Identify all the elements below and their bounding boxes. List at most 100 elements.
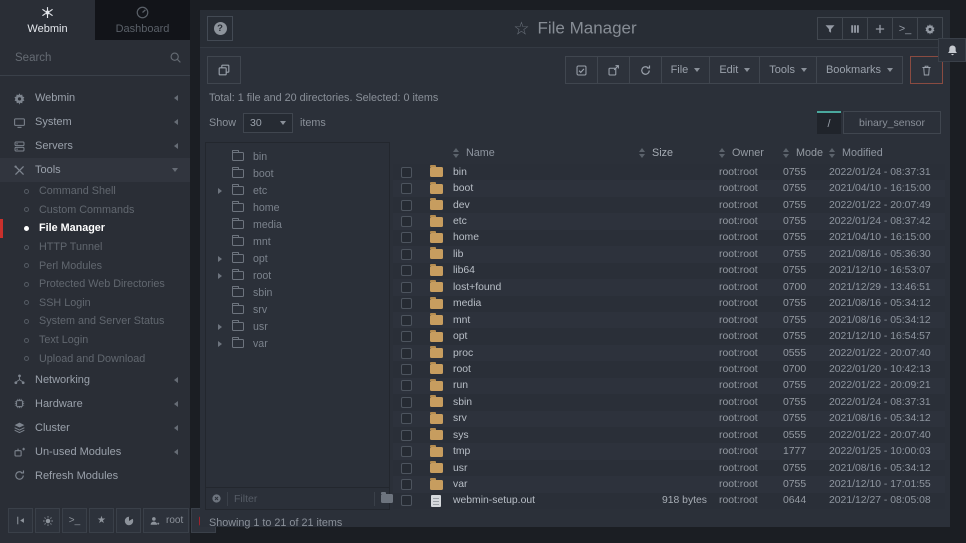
table-row[interactable]: home root:root 0755 2021/04/10 - 16:15:0… [393, 230, 945, 246]
file-name[interactable]: run [453, 380, 639, 391]
file-name[interactable]: home [453, 232, 639, 243]
expand-arrow-icon[interactable] [218, 188, 222, 194]
tools-menu-button[interactable]: Tools [759, 56, 817, 84]
sidebar-item-webmin[interactable]: Webmin [0, 86, 190, 110]
table-row[interactable]: root root:root 0700 2022/01/20 - 10:42:1… [393, 361, 945, 377]
row-checkbox[interactable] [401, 446, 412, 457]
file-name[interactable]: mnt [453, 315, 639, 326]
sidebar-item-servers[interactable]: Servers [0, 134, 190, 158]
table-row[interactable]: boot root:root 0755 2021/04/10 - 16:15:0… [393, 180, 945, 196]
table-row[interactable]: lib64 root:root 0755 2021/12/10 - 16:53:… [393, 263, 945, 279]
row-checkbox[interactable] [401, 397, 412, 408]
sidebar-item-networking[interactable]: Networking [0, 368, 190, 392]
row-checkbox[interactable] [401, 232, 412, 243]
sidebar-item-hardware[interactable]: Hardware [0, 392, 190, 416]
file-name[interactable]: bin [453, 167, 639, 178]
table-row[interactable]: opt root:root 0755 2021/12/10 - 16:54:57 [393, 328, 945, 344]
file-name[interactable]: root [453, 364, 639, 375]
expand-arrow-icon[interactable] [218, 256, 222, 262]
columns-button[interactable] [842, 17, 868, 40]
column-header-modified[interactable]: Modified [829, 147, 945, 159]
file-name[interactable]: var [453, 479, 639, 490]
file-name[interactable]: proc [453, 348, 639, 359]
row-checkbox[interactable] [401, 249, 412, 260]
clear-filter-icon[interactable] [211, 493, 222, 504]
row-checkbox[interactable] [401, 495, 412, 506]
tree-item[interactable]: bin [206, 148, 389, 165]
file-name[interactable]: sys [453, 430, 639, 441]
help-button[interactable]: ? [207, 16, 233, 41]
breadcrumb-root[interactable]: / [817, 111, 841, 134]
tree-item[interactable]: etc [206, 182, 389, 199]
row-checkbox[interactable] [401, 430, 412, 441]
expand-arrow-icon[interactable] [218, 341, 222, 347]
tree-folder-button[interactable] [374, 492, 393, 506]
edit-menu-button[interactable]: Edit [709, 56, 760, 84]
row-checkbox[interactable] [401, 265, 412, 276]
tree-item[interactable]: mnt [206, 233, 389, 250]
submenu-item[interactable]: Upload and Download [0, 349, 190, 368]
file-name[interactable]: media [453, 298, 639, 309]
user-button[interactable]: root [143, 508, 189, 533]
column-header-size[interactable]: Size [639, 147, 719, 159]
file-name[interactable]: lib64 [453, 265, 639, 276]
terminal-button[interactable]: >_ [62, 508, 87, 533]
row-checkbox[interactable] [401, 183, 412, 194]
row-checkbox[interactable] [401, 331, 412, 342]
tree-item[interactable]: var [206, 335, 389, 352]
sidebar-item-refresh-modules[interactable]: Refresh Modules [0, 464, 190, 488]
table-row[interactable]: lib root:root 0755 2021/08/16 - 05:36:30 [393, 246, 945, 262]
bookmarks-menu-button[interactable]: Bookmarks [816, 56, 903, 84]
table-row[interactable]: media root:root 0755 2021/08/16 - 05:34:… [393, 296, 945, 312]
submenu-item[interactable]: Perl Modules [0, 256, 190, 275]
collapse-sidebar-button[interactable] [8, 508, 33, 533]
notifications-tab[interactable] [938, 38, 966, 62]
row-checkbox[interactable] [401, 315, 412, 326]
submenu-item[interactable]: System and Server Status [0, 312, 190, 331]
file-name[interactable]: webmin-setup.out [453, 495, 639, 506]
submenu-item[interactable]: SSH Login [0, 294, 190, 313]
submenu-item[interactable]: HTTP Tunnel [0, 238, 190, 257]
table-row[interactable]: lost+found root:root 0700 2021/12/29 - 1… [393, 279, 945, 295]
file-name[interactable]: dev [453, 200, 639, 211]
row-checkbox[interactable] [401, 298, 412, 309]
file-name[interactable]: opt [453, 331, 639, 342]
expand-arrow-icon[interactable] [218, 324, 222, 330]
submenu-item[interactable]: Command Shell [0, 182, 190, 201]
row-checkbox[interactable] [401, 364, 412, 375]
file-name[interactable]: lost+found [453, 282, 639, 293]
table-row[interactable]: tmp root:root 1777 2022/01/25 - 10:00:03 [393, 443, 945, 459]
table-row[interactable]: proc root:root 0555 2022/01/22 - 20:07:4… [393, 345, 945, 361]
refresh-button[interactable] [629, 56, 662, 84]
submenu-item[interactable]: Text Login [0, 331, 190, 350]
tree-item[interactable]: media [206, 216, 389, 233]
file-name[interactable]: sbin [453, 397, 639, 408]
table-row[interactable]: sys root:root 0555 2022/01/22 - 20:07:40 [393, 427, 945, 443]
row-checkbox[interactable] [401, 413, 412, 424]
column-header-owner[interactable]: Owner [719, 147, 783, 159]
sidebar-item-unused-modules[interactable]: Un-used Modules [0, 440, 190, 464]
file-name[interactable]: etc [453, 216, 639, 227]
table-row[interactable]: etc root:root 0755 2022/01/24 - 08:37:42 [393, 213, 945, 229]
tree-item[interactable]: opt [206, 250, 389, 267]
sidebar-item-tools[interactable]: Tools [0, 158, 190, 182]
tree-item[interactable]: srv [206, 301, 389, 318]
row-checkbox[interactable] [401, 479, 412, 490]
add-button[interactable] [867, 17, 893, 40]
copy-path-button[interactable] [207, 56, 241, 84]
page-size-select[interactable]: 30 [243, 113, 293, 133]
row-checkbox[interactable] [401, 216, 412, 227]
table-row[interactable]: usr root:root 0755 2021/08/16 - 05:34:12 [393, 460, 945, 476]
submenu-item[interactable]: Custom Commands [0, 201, 190, 220]
terminal-toggle-button[interactable]: >_ [892, 17, 918, 40]
table-row[interactable]: srv root:root 0755 2021/08/16 - 05:34:12 [393, 411, 945, 427]
table-row[interactable]: var root:root 0755 2021/12/10 - 17:01:55 [393, 476, 945, 492]
sidebar-item-system[interactable]: System [0, 110, 190, 134]
row-checkbox[interactable] [401, 282, 412, 293]
select-all-button[interactable] [565, 56, 598, 84]
row-checkbox[interactable] [401, 167, 412, 178]
filter-button[interactable] [817, 17, 843, 40]
favorites-button[interactable]: ★ [89, 508, 114, 533]
file-name[interactable]: tmp [453, 446, 639, 457]
tree-item[interactable]: root [206, 267, 389, 284]
